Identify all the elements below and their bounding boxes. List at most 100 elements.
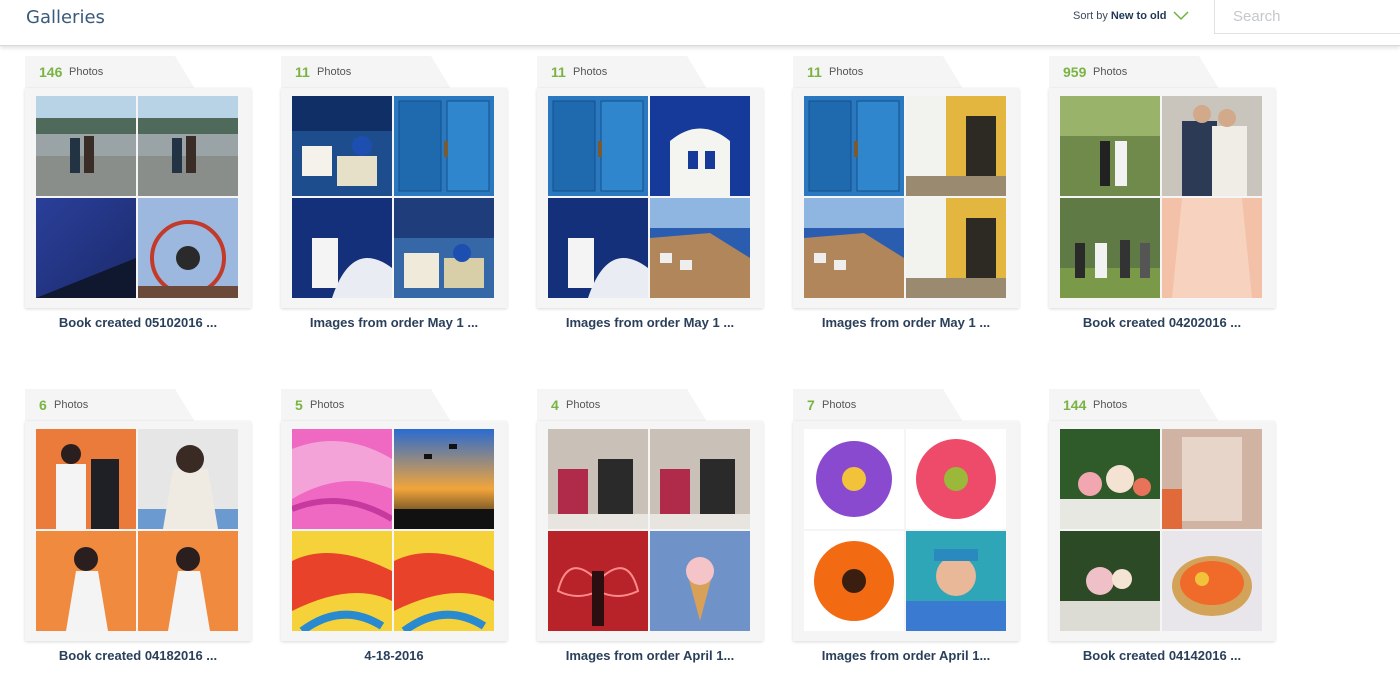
bride-groom-photo[interactable] [1162, 96, 1262, 196]
yellow-alley-photo[interactable] [906, 96, 1006, 196]
gallery-tab: 144 Photos [1049, 389, 1221, 425]
thumbnail-panel [281, 421, 507, 641]
graduation-sunset-photo[interactable] [394, 429, 494, 529]
gallery-caption[interactable]: Images from order May 1 ... [537, 315, 763, 330]
gallery-caption[interactable]: Images from order May 1 ... [793, 315, 1019, 330]
gallery-card[interactable]: 6 Photos Book created 04182016 ... [25, 389, 251, 679]
blue-door-photo[interactable] [548, 96, 648, 196]
photos-label: Photos [829, 66, 864, 78]
girl-ice-cream-photo[interactable] [906, 531, 1006, 631]
gallery-caption[interactable]: Book created 04142016 ... [1049, 648, 1275, 663]
gallery-tab: 959 Photos [1049, 56, 1221, 92]
photo-count: 146 [39, 64, 63, 80]
orange-flower-photo[interactable] [804, 531, 904, 631]
gallery-tab: 5 Photos [281, 389, 453, 425]
kitchen-kids-photo[interactable] [650, 429, 750, 529]
thumbnail-panel [1049, 421, 1275, 641]
sort-prefix: Sort by [1073, 10, 1108, 22]
thumbnail-panel [537, 88, 763, 308]
gallery-caption[interactable]: Book created 05102016 ... [25, 315, 251, 330]
floral-table-photo[interactable] [1060, 429, 1160, 529]
search-input[interactable] [1214, 0, 1400, 34]
gallery-card[interactable]: 11 Photos Images from order May 1 ... [793, 56, 1019, 346]
blue-door-photo[interactable] [804, 96, 904, 196]
gallery-caption[interactable]: Book created 04182016 ... [25, 648, 251, 663]
kitchen-kids-photo[interactable] [548, 429, 648, 529]
thumbnail-panel [25, 421, 251, 641]
bride-smiling-photo[interactable] [138, 429, 238, 529]
photos-label: Photos [1093, 66, 1128, 78]
wedding-guests-photo[interactable] [1060, 198, 1160, 298]
white-chapel-photo[interactable] [292, 198, 392, 298]
santorini-village-photo[interactable] [292, 96, 392, 196]
photos-label: Photos [1093, 399, 1128, 411]
thumbnail-panel [1049, 88, 1275, 308]
bell-tower-photo[interactable] [650, 96, 750, 196]
sort-dropdown[interactable]: Sort by New to old [1073, 10, 1189, 22]
gallery-caption[interactable]: Images from order April 1... [537, 648, 763, 663]
cliff-town-photo[interactable] [804, 198, 904, 298]
pink-paint-photo[interactable] [292, 429, 392, 529]
floral-arrangement-photo[interactable] [1060, 531, 1160, 631]
lace-dress-photo[interactable] [1162, 198, 1262, 298]
gallery-card[interactable]: 146 Photos Book created 05102016 ... [25, 56, 251, 346]
gallery-tab: 6 Photos [25, 389, 197, 425]
purple-flower-photo[interactable] [804, 429, 904, 529]
photo-count: 7 [807, 397, 815, 413]
blue-sky-photo[interactable] [36, 198, 136, 298]
cliff-town-photo[interactable] [650, 198, 750, 298]
menu-card-photo[interactable] [1162, 429, 1262, 529]
thumbnail-panel [281, 88, 507, 308]
santorini-domes-photo[interactable] [394, 198, 494, 298]
thumbnail-panel [25, 88, 251, 308]
gallery-tab: 11 Photos [281, 56, 453, 92]
ferris-wheel-photo[interactable] [138, 198, 238, 298]
photos-label: Photos [822, 399, 857, 411]
gallery-card[interactable]: 959 Photos Book created 04202016 ... [1049, 56, 1275, 346]
wedding-garden-photo[interactable] [1060, 96, 1160, 196]
colorful-paint-photo[interactable] [292, 531, 392, 631]
photos-label: Photos [310, 399, 345, 411]
gallery-card[interactable]: 7 Photos Images from order April 1... [793, 389, 1019, 679]
blue-door-photo[interactable] [394, 96, 494, 196]
gallery-card[interactable]: 144 Photos Book created 04142016 ... [1049, 389, 1275, 679]
neon-wings-photo[interactable] [548, 531, 648, 631]
thumbnail-panel [537, 421, 763, 641]
page-title: Galleries [26, 7, 105, 28]
thumbnail-panel [793, 421, 1019, 641]
gallery-card[interactable]: 4 Photos Images from order April 1... [537, 389, 763, 679]
photo-count: 959 [1063, 64, 1087, 80]
gallery-card[interactable]: 11 Photos Images from order May 1 ... [537, 56, 763, 346]
sort-value: New to old [1110, 10, 1167, 22]
gallery-tab: 11 Photos [793, 56, 965, 92]
gallery-tab: 11 Photos [537, 56, 709, 92]
photos-label: Photos [573, 66, 608, 78]
top-bar: Galleries Sort by New to old [0, 0, 1400, 46]
photo-count: 11 [807, 64, 822, 80]
bride-orange-photo[interactable] [36, 531, 136, 631]
photos-label: Photos [69, 66, 104, 78]
gallery-caption[interactable]: Images from order May 1 ... [281, 315, 507, 330]
pink-flower-photo[interactable] [906, 429, 1006, 529]
fruit-tart-photo[interactable] [1162, 531, 1262, 631]
gallery-tab: 146 Photos [25, 56, 197, 92]
photos-label: Photos [566, 399, 601, 411]
family-at-plaza-photo[interactable] [36, 96, 136, 196]
gallery-caption[interactable]: Book created 04202016 ... [1049, 315, 1275, 330]
yellow-alley-photo[interactable] [906, 198, 1006, 298]
colorful-paint-photo[interactable] [394, 531, 494, 631]
photos-label: Photos [54, 399, 89, 411]
couple-orange-photo[interactable] [36, 429, 136, 529]
bride-orange-photo[interactable] [138, 531, 238, 631]
ice-cream-photo[interactable] [650, 531, 750, 631]
photo-count: 4 [551, 397, 559, 413]
gallery-caption[interactable]: 4-18-2016 [281, 648, 507, 663]
photo-count: 5 [295, 397, 303, 413]
photo-count: 11 [551, 64, 566, 80]
gallery-caption[interactable]: Images from order April 1... [793, 648, 1019, 663]
gallery-card[interactable]: 11 Photos Images from order May 1 ... [281, 56, 507, 346]
photo-count: 11 [295, 64, 310, 80]
family-at-plaza-photo[interactable] [138, 96, 238, 196]
gallery-card[interactable]: 5 Photos 4-18-2016 [281, 389, 507, 679]
white-chapel-photo[interactable] [548, 198, 648, 298]
